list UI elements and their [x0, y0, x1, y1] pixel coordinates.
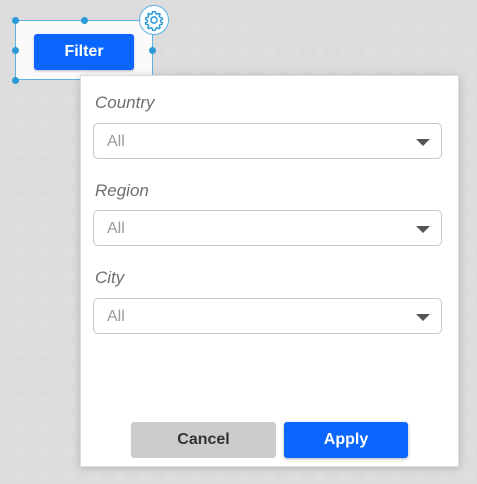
city-select-value: All	[107, 308, 125, 325]
country-select-value: All	[107, 133, 125, 150]
resize-handle-top-middle[interactable]	[81, 17, 88, 24]
chevron-down-icon	[416, 226, 430, 233]
cancel-button[interactable]: Cancel	[131, 422, 276, 458]
region-label: Region	[95, 181, 149, 200]
city-label: City	[95, 268, 125, 287]
resize-handle-bottom-left[interactable]	[12, 77, 19, 84]
city-select[interactable]: All	[93, 298, 442, 334]
chevron-down-icon	[416, 139, 430, 146]
region-select[interactable]: All	[93, 210, 442, 246]
filter-button[interactable]: Filter	[34, 34, 134, 70]
resize-handle-middle-right[interactable]	[149, 47, 156, 54]
country-select[interactable]: All	[93, 123, 442, 159]
gear-icon-glyph	[144, 10, 164, 31]
region-select-value: All	[107, 220, 125, 237]
gear-icon[interactable]	[139, 5, 169, 35]
filter-panel: Country All Region All City All Cancel A…	[80, 75, 459, 467]
apply-button[interactable]: Apply	[284, 422, 408, 458]
resize-handle-middle-left[interactable]	[12, 47, 19, 54]
country-label: Country	[95, 93, 155, 112]
resize-handle-top-left[interactable]	[12, 17, 19, 24]
chevron-down-icon	[416, 314, 430, 321]
